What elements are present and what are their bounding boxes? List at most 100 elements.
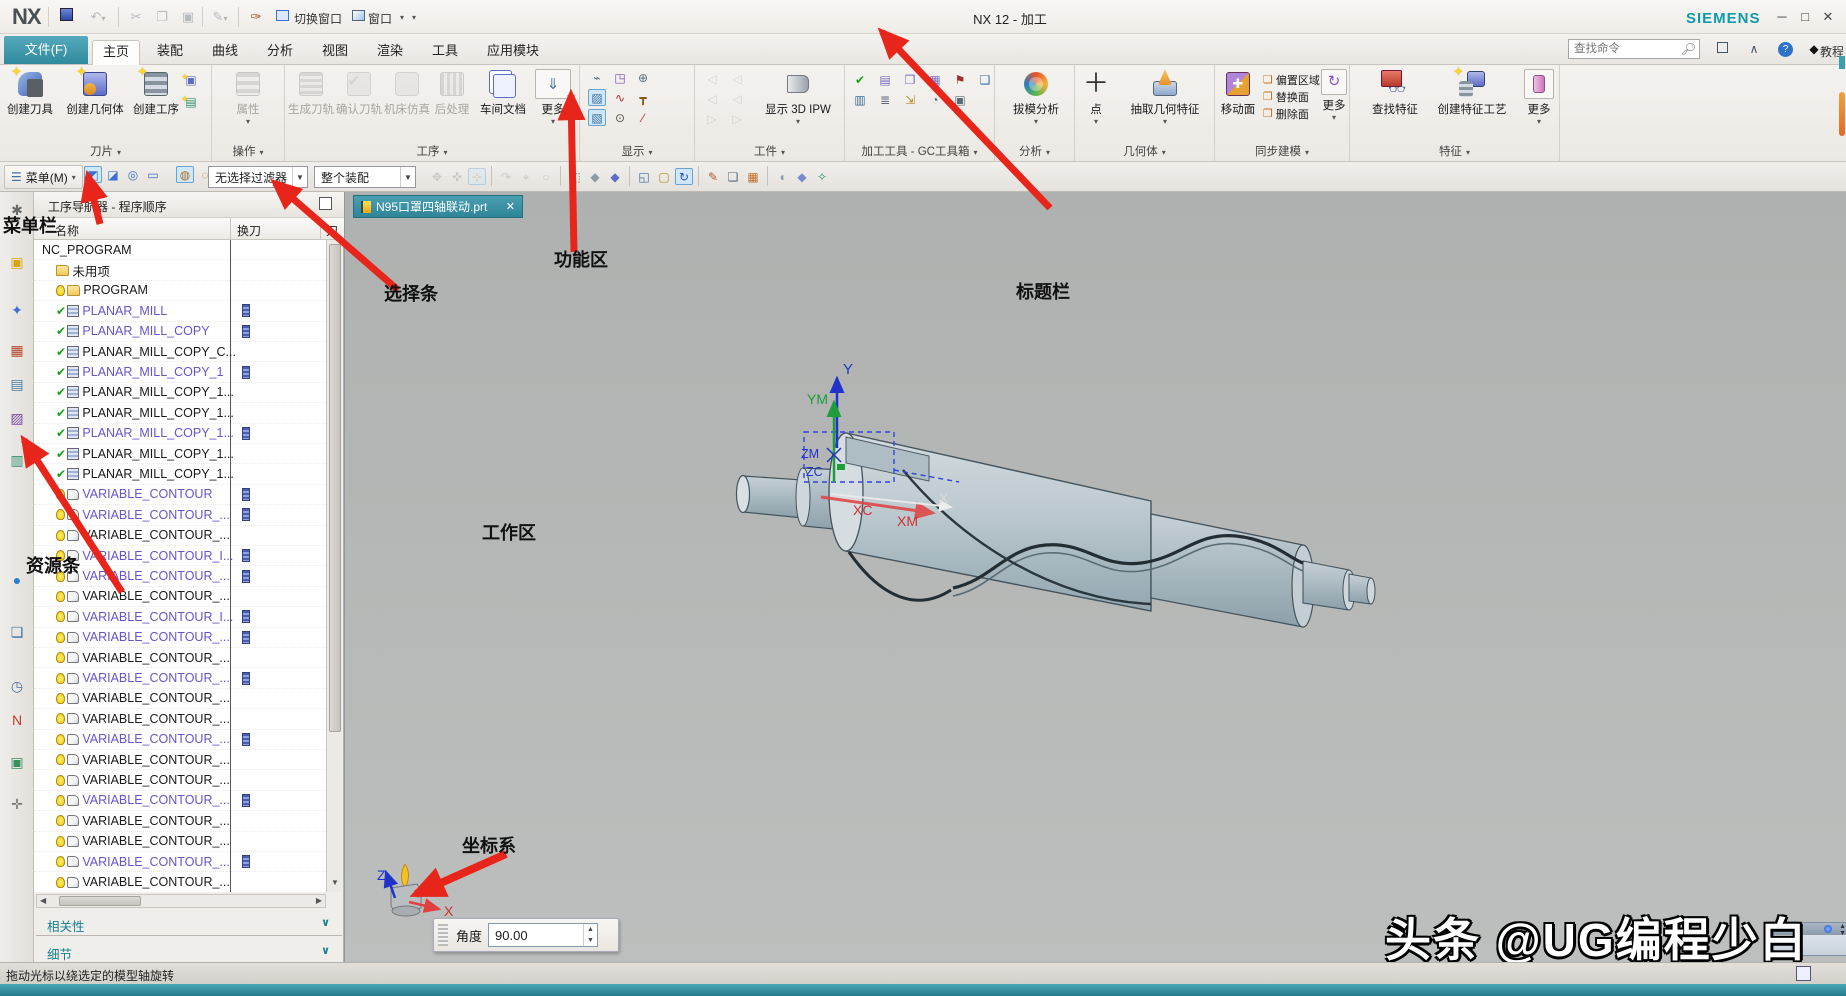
- tree-item-label[interactable]: VARIABLE_CONTOUR_I...: [82, 549, 233, 563]
- paste-icon[interactable]: ▣: [178, 8, 198, 26]
- scroll-right-icon[interactable]: ▶: [316, 896, 322, 905]
- maximize-button[interactable]: □: [1795, 8, 1815, 26]
- angle-input[interactable]: 90.00 ▲▼: [488, 923, 598, 947]
- popup-arrows-icon[interactable]: ▲▼: [1839, 923, 1846, 937]
- reuse-library-icon[interactable]: ▥: [7, 450, 27, 470]
- tree-item-label[interactable]: VARIABLE_CONTOUR_...: [82, 528, 230, 542]
- highlight-related-icon[interactable]: ◩: [84, 166, 102, 183]
- tree-item-label[interactable]: VARIABLE_CONTOUR_...: [82, 691, 230, 705]
- process-more-button[interactable]: ⇓ 更多 ▾: [533, 68, 573, 126]
- replace-face-button[interactable]: ❐替换面: [1263, 88, 1325, 105]
- find-command-input[interactable]: [1569, 40, 1675, 58]
- gc-machine-icon[interactable]: ▣: [951, 91, 969, 108]
- verify-toolpath-button[interactable]: ✔ 确认刀轨: [335, 68, 383, 117]
- tree-row[interactable]: VARIABLE_CONTOUR_I...: [34, 607, 326, 627]
- notes-page-icon[interactable]: ❏: [7, 622, 27, 642]
- tool-axis-icon[interactable]: ┳: [634, 89, 652, 106]
- minimize-button[interactable]: ─: [1772, 8, 1792, 26]
- history-clock-icon[interactable]: ◷: [7, 676, 27, 696]
- feature-more-button[interactable]: 更多 ▾: [1522, 68, 1556, 126]
- tree-item-label[interactable]: VARIABLE_CONTOUR_...: [82, 834, 230, 848]
- draft-analysis-button[interactable]: 拔模分析 ▾: [1009, 68, 1063, 126]
- show-component-icon[interactable]: ◍: [176, 166, 194, 183]
- selection-filter-dropdown[interactable]: 无选择过滤器▼: [208, 166, 308, 188]
- switch-window-icon[interactable]: [272, 8, 292, 26]
- tree-row[interactable]: VARIABLE_CONTOUR_I...: [34, 546, 326, 566]
- tree-item-label[interactable]: NC_PROGRAM: [42, 243, 132, 257]
- menu-tab-1[interactable]: 主页: [92, 40, 140, 65]
- touch-brush-icon[interactable]: ✑: [246, 8, 266, 26]
- shaded-cube-icon[interactable]: ◆: [606, 168, 624, 185]
- tree-row[interactable]: VARIABLE_CONTOUR_...: [34, 668, 326, 688]
- tree-item-label[interactable]: PLANAR_MILL_COPY_1...: [82, 385, 233, 399]
- chevron-down-icon[interactable]: ∨: [321, 944, 330, 957]
- copy-icon[interactable]: ❐: [152, 8, 172, 26]
- menu-tab-5[interactable]: 视图: [312, 40, 358, 65]
- column-toolchange[interactable]: 换刀: [237, 222, 261, 239]
- rotate-view-icon[interactable]: ↻: [675, 168, 693, 185]
- move-face-button[interactable]: ✚ 移动面: [1215, 68, 1261, 117]
- create-operation-button[interactable]: ✦ 创建工序: [132, 68, 180, 117]
- tree-row[interactable]: VARIABLE_CONTOUR_...: [34, 872, 326, 892]
- tree-item-label[interactable]: PLANAR_MILL_COPY_C...: [82, 345, 236, 359]
- shop-documentation-button[interactable]: 车间文档: [475, 68, 531, 117]
- view-manager-icon[interactable]: ▦: [744, 168, 762, 185]
- tree-item-label[interactable]: PLANAR_MILL_COPY: [82, 324, 209, 338]
- tree-item-label[interactable]: PLANAR_MILL_COPY_1: [82, 365, 223, 379]
- tree-item-label[interactable]: VARIABLE_CONTOUR_...: [82, 569, 230, 583]
- tree-row[interactable]: VARIABLE_CONTOUR_...: [34, 648, 326, 668]
- point-button[interactable]: ＋ 点 ▾: [1077, 68, 1115, 126]
- visual-reports-icon[interactable]: N: [7, 710, 27, 730]
- group-label-feature[interactable]: 特征▾: [1350, 143, 1559, 159]
- locate-operation-icon[interactable]: ⊕: [634, 69, 652, 86]
- tree-row[interactable]: VARIABLE_CONTOUR_...: [34, 832, 326, 852]
- tree-row[interactable]: VARIABLE_CONTOUR_...: [34, 770, 326, 790]
- tree-row[interactable]: ✔ PLANAR_MILL_COPY_1...: [34, 424, 326, 444]
- tree-item-label[interactable]: VARIABLE_CONTOUR_...: [82, 508, 230, 522]
- section-clip-icon[interactable]: ◖: [773, 168, 791, 185]
- gc-comment-icon[interactable]: ❑: [976, 71, 994, 88]
- tree-row[interactable]: ✔ PLANAR_MILL_COPY_1...: [34, 383, 326, 403]
- tree-row[interactable]: VARIABLE_CONTOUR_...: [34, 526, 326, 546]
- tree-item-label[interactable]: VARIABLE_CONTOUR_...: [82, 753, 230, 767]
- offset-region-button[interactable]: ❏偏置区域: [1263, 71, 1325, 88]
- format-brush-icon[interactable]: ✎▾: [210, 8, 230, 26]
- tree-row[interactable]: ✔ PLANAR_MILL_COPY_1...: [34, 444, 326, 464]
- tree-item-label[interactable]: VARIABLE_CONTOUR: [82, 487, 212, 501]
- float-window-icon[interactable]: [319, 197, 332, 210]
- tree-row[interactable]: VARIABLE_CONTOUR_...: [34, 730, 326, 750]
- menu-tab-4[interactable]: 分析: [257, 40, 303, 65]
- point-dialog-icon[interactable]: ⊹: [468, 168, 486, 185]
- tree-item-label[interactable]: VARIABLE_CONTOUR_...: [82, 671, 230, 685]
- settings-gear-icon[interactable]: ✱: [7, 200, 27, 220]
- section-details[interactable]: 细节∨: [36, 940, 342, 964]
- delete-face-button[interactable]: ❒删除面: [1263, 105, 1325, 122]
- menu-tab-3[interactable]: 曲线: [202, 40, 248, 65]
- assembly-navigator-icon[interactable]: ▣: [7, 252, 27, 272]
- tree-row[interactable]: VARIABLE_CONTOUR_...: [34, 587, 326, 607]
- tree-row[interactable]: VARIABLE_CONTOUR_...: [34, 811, 326, 831]
- tool-display-icon[interactable]: ◳: [611, 69, 629, 86]
- zoom-window-icon[interactable]: ▢: [655, 168, 673, 185]
- column-divider[interactable]: [320, 218, 321, 240]
- insert-extra2-icon[interactable]: ▤✦: [182, 93, 200, 110]
- drag-handle[interactable]: [438, 924, 448, 946]
- find-command-box[interactable]: 🔎︎: [1568, 39, 1700, 59]
- gc-check-icon[interactable]: ✔: [851, 71, 869, 88]
- move-object-icon[interactable]: ✥: [428, 168, 446, 185]
- gc-time-icon[interactable]: ◔: [926, 91, 944, 108]
- ipw-cone-5-icon[interactable]: ▷: [703, 110, 721, 127]
- scrollbar-thumb[interactable]: [59, 896, 141, 906]
- customize-caret-icon[interactable]: ▾: [412, 13, 416, 22]
- machining-wizard-icon[interactable]: ▨: [7, 408, 27, 428]
- layer-settings-icon[interactable]: ❏: [724, 168, 742, 185]
- group-label-operation[interactable]: 操作▾: [212, 143, 284, 159]
- tree-item-label[interactable]: VARIABLE_CONTOUR_I...: [82, 610, 233, 624]
- gc-list-icon[interactable]: ≣: [876, 91, 894, 108]
- edge-scrollbar[interactable]: [1839, 92, 1845, 136]
- postprocess-button[interactable]: 后处理: [431, 68, 473, 117]
- tree-row[interactable]: ✔ PLANAR_MILL_COPY_1: [34, 362, 326, 382]
- snap-circle-icon[interactable]: ○: [537, 168, 555, 185]
- fit-view-icon[interactable]: ◱: [635, 168, 653, 185]
- window-label[interactable]: 窗口: [368, 10, 392, 27]
